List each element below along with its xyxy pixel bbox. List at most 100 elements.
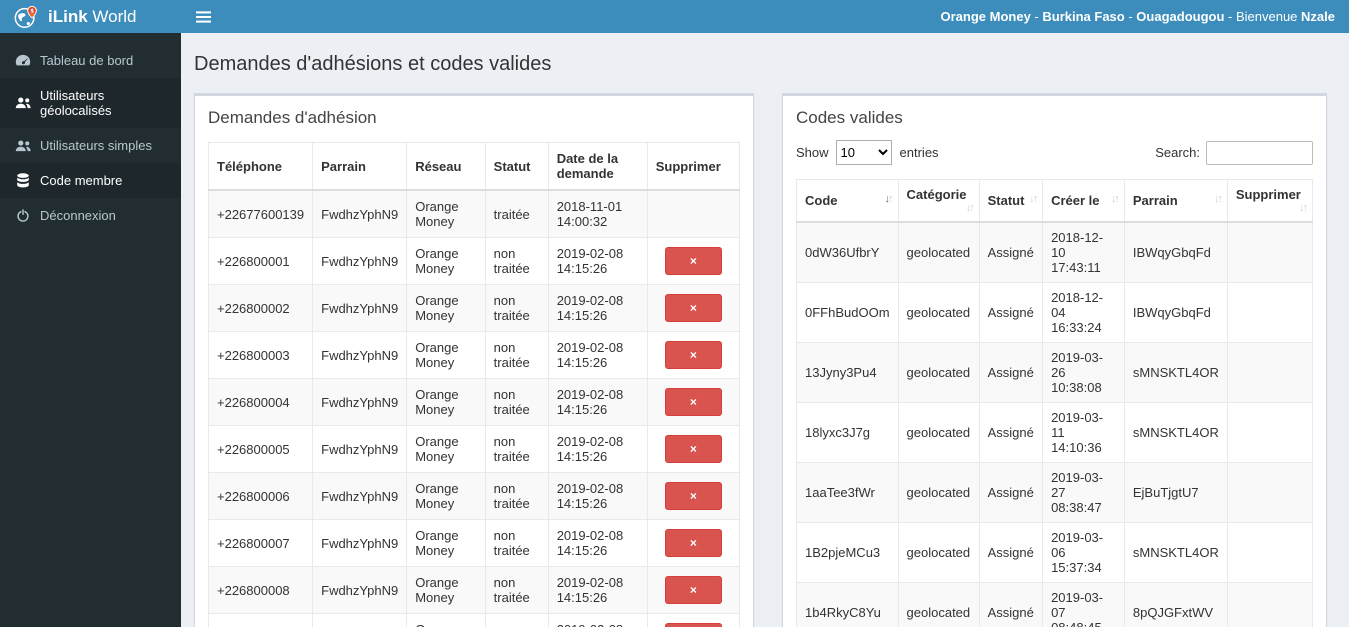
sidebar-item-utilisateurs-simples[interactable]: Utilisateurs simples — [0, 128, 181, 163]
creer-cell: 2019-03-27 08:38:47 — [1042, 462, 1125, 523]
reseau-cell: Orange Money — [406, 519, 486, 567]
codes-panel-title: Codes valides — [796, 108, 903, 127]
delete-request-button[interactable]: × — [664, 294, 722, 322]
phone-cell: +226800003 — [207, 331, 314, 379]
delete-request-button[interactable]: × — [664, 529, 722, 557]
delete-request-button[interactable]: × — [664, 388, 722, 416]
supprimer-cell — [1226, 342, 1314, 403]
supprimer-cell: × — [646, 425, 741, 473]
categorie-cell: geolocated — [897, 462, 980, 523]
code-cell: 18lyxc3J7g — [796, 402, 899, 463]
code-cell: 1aaTee3fWr — [796, 462, 899, 523]
adhesion-row: +22677600139 FwdhzYphN9 Orange Money tra… — [207, 189, 741, 238]
creer-cell: 2018-12-04 16:33:24 — [1042, 282, 1125, 343]
adhesions-column-header: Parrain — [312, 142, 408, 191]
statut-cell: non traitée — [484, 425, 549, 473]
codes-column-header[interactable]: Code ↓↑ — [796, 179, 899, 223]
sidebar-toggle-button[interactable] — [181, 0, 226, 33]
sidebar: Tableau de bord Utilisateurs géolocalisé… — [0, 33, 181, 627]
parrain-cell: sMNSKTL4OR — [1123, 342, 1228, 403]
statut-cell: non traitée — [484, 566, 549, 614]
app-logo[interactable]: $ iLink World — [0, 0, 181, 33]
date-cell: 2019-02-08 14:15:26 — [547, 331, 648, 379]
parrain-cell: FwdhzYphN9 — [312, 425, 408, 473]
globe-pin-logo-icon: $ — [13, 4, 39, 30]
reseau-cell: Orange Money — [406, 472, 486, 520]
delete-request-button[interactable]: × — [664, 576, 722, 604]
reseau-cell: Orange Money — [406, 237, 486, 285]
sidebar-item-tableau-de-bord[interactable]: Tableau de bord — [0, 43, 181, 78]
date-cell: 2018-11-01 14:00:32 — [547, 189, 648, 238]
codes-column-header[interactable]: Catégorie ↓↑ — [897, 179, 980, 223]
search-input[interactable] — [1206, 140, 1313, 165]
adhesions-column-header: Date de la demande — [547, 142, 648, 191]
adhesion-row: +226800003 FwdhzYphN9 Orange Money non t… — [207, 331, 741, 379]
hamburger-icon — [196, 10, 211, 23]
parrain-cell: FwdhzYphN9 — [312, 284, 408, 332]
delete-request-button[interactable]: × — [664, 623, 722, 627]
supprimer-cell: × — [646, 284, 741, 332]
supprimer-cell: × — [646, 378, 741, 426]
page-title: Demandes d'adhésions et codes valides — [194, 53, 552, 75]
creer-cell: 2018-12-10 17:43:11 — [1042, 221, 1125, 283]
phone-cell: +226800001 — [207, 237, 314, 285]
creer-cell: 2019-03-06 15:37:34 — [1042, 522, 1125, 583]
delete-request-button[interactable]: × — [664, 435, 722, 463]
codes-column-header[interactable]: Statut ↓↑ — [978, 179, 1044, 223]
statut-cell: Assigné — [978, 522, 1044, 583]
statut-cell: non traitée — [484, 284, 549, 332]
categorie-cell: geolocated — [897, 402, 980, 463]
supprimer-cell — [1226, 402, 1314, 463]
sidebar-item-code-membre[interactable]: Code membre — [0, 163, 181, 198]
adhesion-row: +226800001 FwdhzYphN9 Orange Money non t… — [207, 237, 741, 285]
date-cell: 2019-02-08 14:15:26 — [547, 566, 648, 614]
supprimer-cell: × — [646, 472, 741, 520]
sidebar-item-label: Utilisateurs simples — [40, 138, 152, 153]
user-greeting: Orange Money - Burkina Faso - Ouagadougo… — [940, 9, 1335, 24]
page-length-select[interactable]: 10 — [835, 140, 892, 165]
users-icon — [15, 97, 31, 109]
adhesions-column-header: Statut — [484, 142, 549, 191]
database-icon — [17, 173, 29, 188]
code-cell: 0FFhBudOOm — [796, 282, 899, 343]
x-icon: × — [689, 301, 697, 315]
parrain-cell: FwdhzYphN9 — [312, 331, 408, 379]
sort-icon: ↓↑ — [1213, 193, 1223, 205]
statut-cell: non traitée — [484, 519, 549, 567]
codes-column-header[interactable]: Parrain ↓↑ — [1123, 179, 1228, 223]
sidebar-item-deconnexion[interactable]: Déconnexion — [0, 198, 181, 233]
code-cell: 0dW36UfbrY — [796, 221, 899, 283]
statut-cell: Assigné — [978, 282, 1044, 343]
sort-icon: ↓↑ — [1110, 193, 1120, 205]
parrain-cell: FwdhzYphN9 — [312, 613, 408, 627]
supprimer-cell — [1226, 522, 1314, 583]
adhesions-panel: Demandes d'adhésion Téléphone Parrain Rése… — [194, 93, 754, 627]
codes-column-header[interactable]: Créer le ↓↑ — [1042, 179, 1125, 223]
creer-cell: 2019-03-11 14:10:36 — [1042, 402, 1125, 463]
sidebar-item-utilisateurs-geolocalises[interactable]: Utilisateurs géolocalisés — [0, 78, 181, 128]
adhesion-row: +226800004 FwdhzYphN9 Orange Money non t… — [207, 378, 741, 426]
parrain-cell: FwdhzYphN9 — [312, 519, 408, 567]
sidebar-item-label: Tableau de bord — [40, 53, 134, 68]
delete-request-button[interactable]: × — [664, 482, 722, 510]
supprimer-cell — [1226, 462, 1314, 523]
statut-cell: Assigné — [978, 342, 1044, 403]
phone-cell: +226800006 — [207, 472, 314, 520]
parrain-cell: EjBuTjgtU7 — [1123, 462, 1228, 523]
x-icon: × — [689, 442, 697, 456]
reseau-cell: Orange Money — [406, 331, 486, 379]
codes-column-header[interactable]: Supprimer ↓↑ — [1226, 179, 1314, 223]
code-cell: 1b4RkyC8Yu — [796, 582, 899, 627]
categorie-cell: geolocated — [897, 522, 980, 583]
adhesions-table: Téléphone Parrain Réseau Statut Date de la d… — [207, 142, 741, 627]
x-icon: × — [689, 536, 697, 550]
statut-cell: non traitée — [484, 378, 549, 426]
delete-request-button[interactable]: × — [664, 247, 722, 275]
users-icon — [15, 139, 31, 151]
sort-icon: ↓↑ — [1029, 193, 1038, 205]
dashboard-icon — [15, 54, 31, 66]
parrain-cell: FwdhzYphN9 — [312, 189, 408, 238]
delete-request-button[interactable]: × — [664, 341, 722, 369]
adhesions-header-row: Téléphone Parrain Réseau Statut Date de la d… — [207, 142, 741, 191]
statut-cell: Assigné — [978, 582, 1044, 627]
